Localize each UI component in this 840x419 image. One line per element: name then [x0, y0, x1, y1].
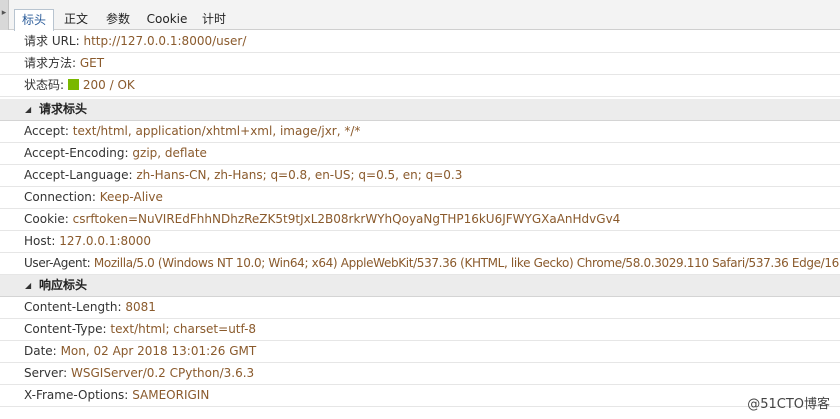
header-value: 127.0.0.1:8000	[59, 234, 152, 248]
collapse-triangle-icon: ◢	[25, 281, 32, 290]
status-code-value: 200 / OK	[82, 78, 135, 92]
header-value: SAMEORIGIN	[132, 388, 210, 402]
request-headers-section-header[interactable]: ◢ 请求标头	[0, 99, 840, 121]
response-headers-title: 响应标头	[39, 278, 88, 292]
response-header-row: Server: WSGIServer/0.2 CPython/3.6.3	[0, 363, 840, 385]
header-key: Content-Length:	[24, 300, 122, 314]
panel-collapse-toggle[interactable]: ▸	[0, 0, 9, 30]
header-key: Content-Type:	[24, 322, 107, 336]
header-value: Mozilla/5.0 (Windows NT 10.0; Win64; x64…	[93, 256, 840, 270]
request-header-row: Cookie: csrftoken=NuVIREdFhhNDhzReZK5t9t…	[0, 209, 840, 231]
tab-timing[interactable]: 计时	[199, 9, 229, 30]
tab-bar: 标头 正文 参数 Cookie 计时	[9, 0, 840, 31]
status-ok-icon	[67, 79, 79, 90]
response-header-row: X-Frame-Options: SAMEORIGIN	[0, 385, 840, 407]
header-value: text/html, application/xhtml+xml, image/…	[72, 124, 361, 138]
header-key: Connection:	[24, 190, 96, 204]
response-headers-section-header[interactable]: ◢ 响应标头	[0, 275, 840, 297]
chevron-right-icon: ▸	[1, 8, 7, 18]
status-code-row: 状态码: 200 / OK	[0, 75, 840, 97]
request-header-row: Connection: Keep-Alive	[0, 187, 840, 209]
tab-headers[interactable]: 标头	[14, 9, 54, 31]
header-value: WSGIServer/0.2 CPython/3.6.3	[71, 366, 255, 380]
request-header-row: Accept-Encoding: gzip, deflate	[0, 143, 840, 165]
header-value: zh-Hans-CN, zh-Hans; q=0.8, en-US; q=0.5…	[136, 168, 463, 182]
request-header-row: User-Agent: Mozilla/5.0 (Windows NT 10.0…	[0, 253, 840, 275]
tab-cookie[interactable]: Cookie	[145, 9, 189, 30]
request-method-row: 请求方法: GET	[0, 53, 840, 75]
collapse-triangle-icon: ◢	[25, 105, 32, 114]
request-header-row: Host: 127.0.0.1:8000	[0, 231, 840, 253]
header-value: 8081	[125, 300, 156, 314]
watermark: @51CTO博客	[747, 397, 830, 412]
header-value: csrftoken=NuVIREdFhhNDhzReZK5t9tJxL2B08r…	[72, 212, 621, 226]
header-value: gzip, deflate	[132, 146, 207, 160]
request-method-value: GET	[79, 56, 105, 70]
header-key: Accept:	[24, 124, 69, 138]
tab-body[interactable]: 正文	[61, 9, 91, 30]
request-url-label: 请求 URL:	[24, 34, 80, 48]
request-url-row: 请求 URL: http://127.0.0.1:8000/user/	[0, 31, 840, 53]
response-header-row: Content-Type: text/html; charset=utf-8	[0, 319, 840, 341]
header-key: Date:	[24, 344, 57, 358]
header-key: Accept-Encoding:	[24, 146, 129, 160]
request-headers-title: 请求标头	[39, 102, 88, 116]
header-key: Server:	[24, 366, 68, 380]
response-header-row: Content-Length: 8081	[0, 297, 840, 319]
request-url-value: http://127.0.0.1:8000/user/	[83, 34, 247, 48]
header-key: User-Agent:	[24, 256, 91, 270]
request-header-row: Accept: text/html, application/xhtml+xml…	[0, 121, 840, 143]
request-header-row: Accept-Language: zh-Hans-CN, zh-Hans; q=…	[0, 165, 840, 187]
request-method-label: 请求方法:	[24, 56, 77, 70]
status-code-label: 状态码:	[24, 78, 65, 92]
header-key: Host:	[24, 234, 56, 248]
header-value: Mon, 02 Apr 2018 13:01:26 GMT	[60, 344, 257, 358]
response-header-row: Date: Mon, 02 Apr 2018 13:01:26 GMT	[0, 341, 840, 363]
header-key: Accept-Language:	[24, 168, 133, 182]
header-key: X-Frame-Options:	[24, 388, 129, 402]
header-value: text/html; charset=utf-8	[110, 322, 257, 336]
header-value: Keep-Alive	[99, 190, 163, 204]
header-key: Cookie:	[24, 212, 69, 226]
tab-parameters[interactable]: 参数	[103, 9, 133, 30]
